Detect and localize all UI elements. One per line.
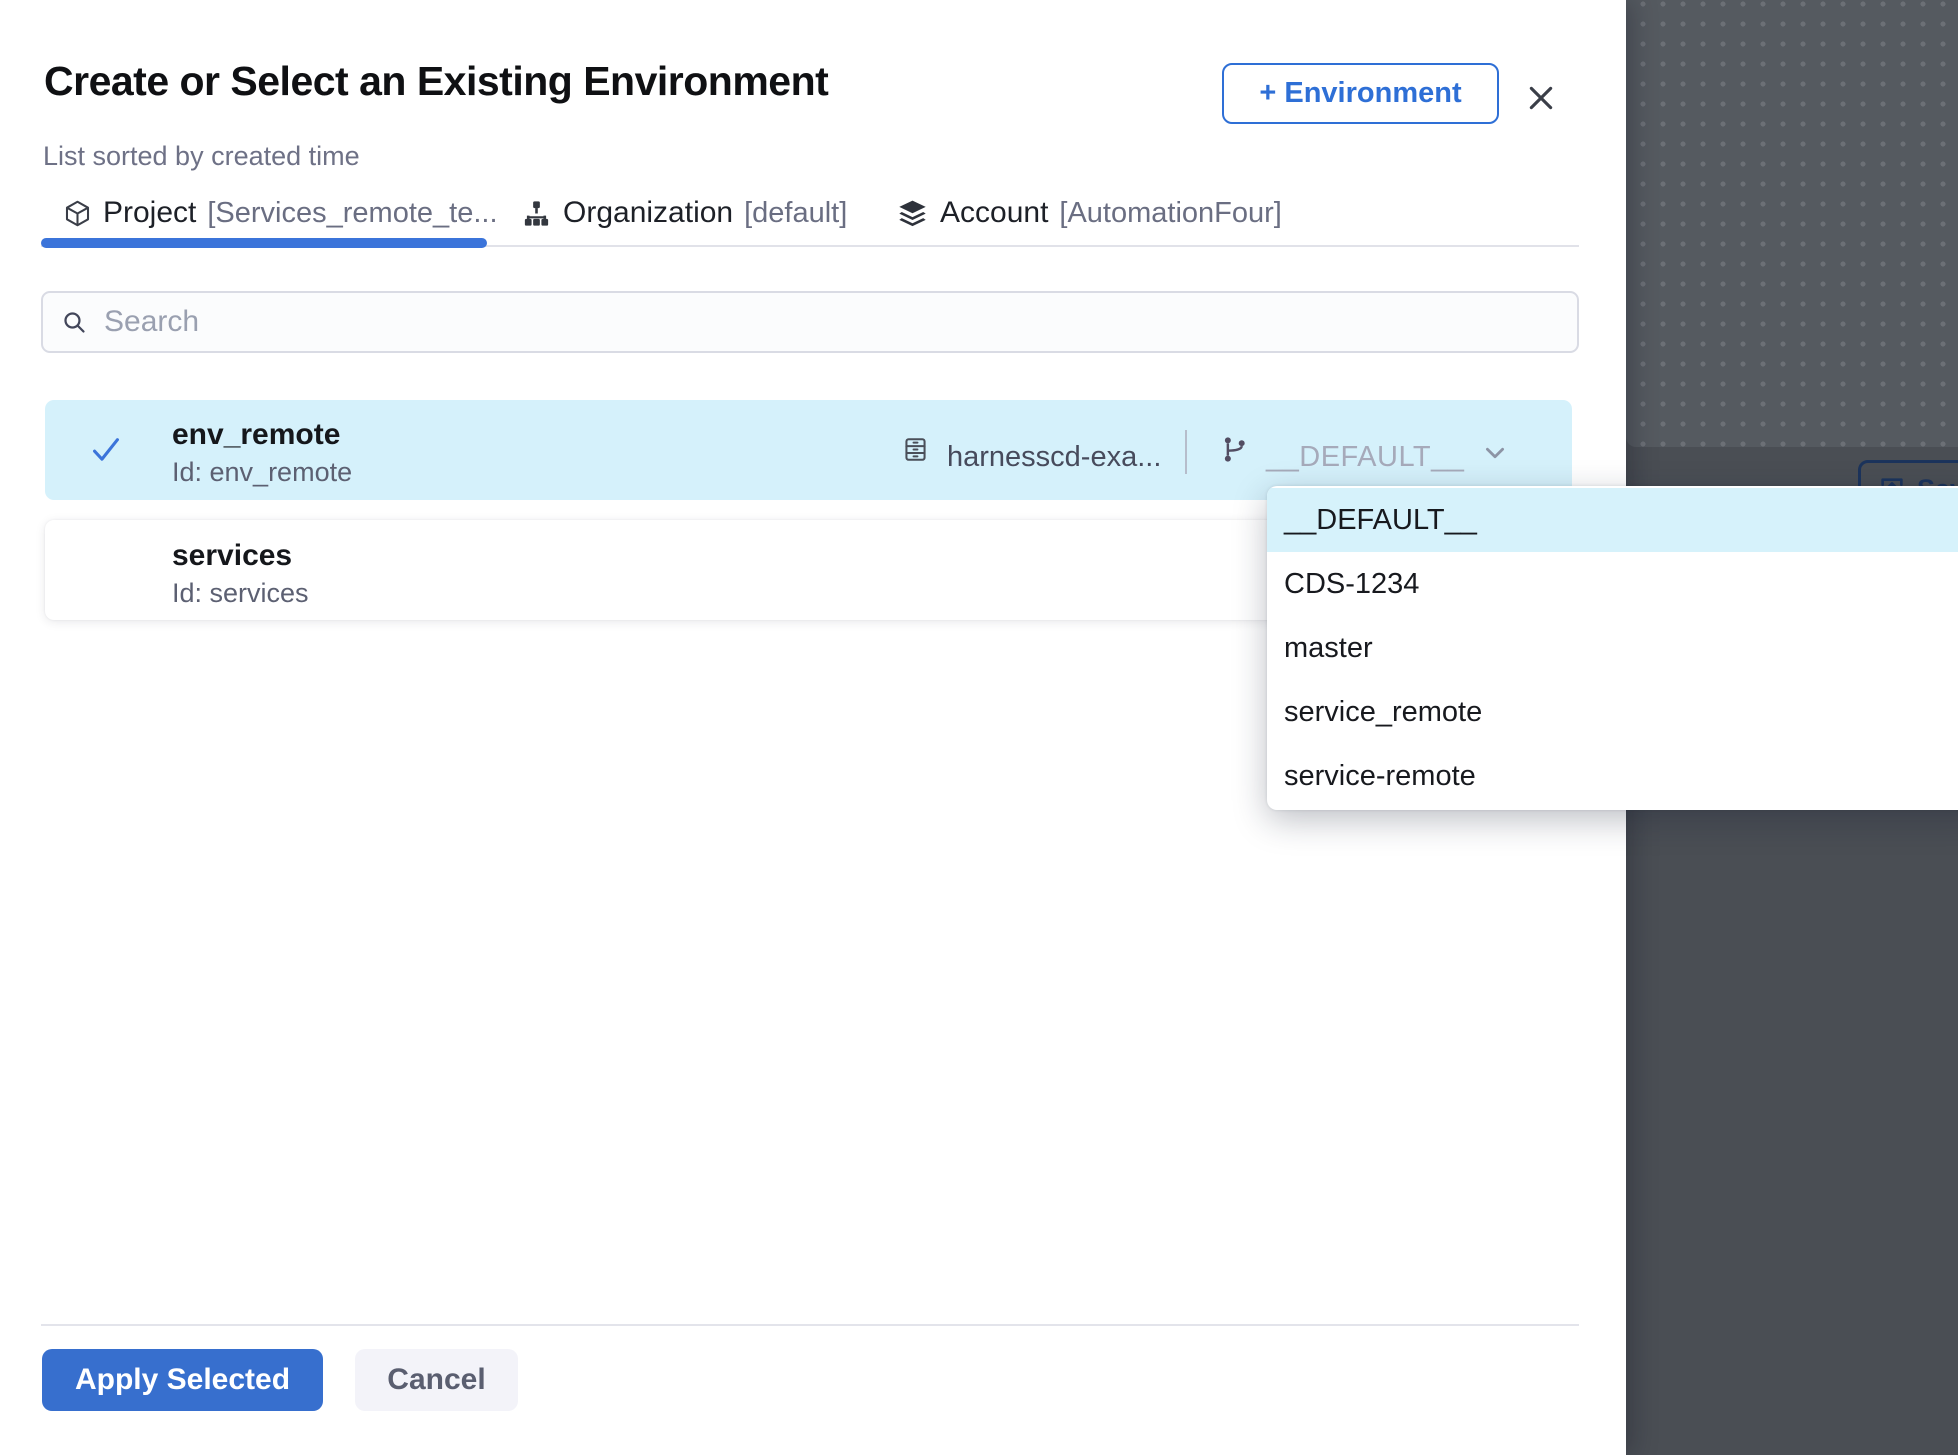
close-icon bbox=[1526, 83, 1556, 113]
sitemap-icon bbox=[521, 198, 552, 229]
tab-account-label: Account bbox=[940, 196, 1048, 230]
canvas-dot-grid bbox=[1626, 0, 1958, 447]
cancel-button[interactable]: Cancel bbox=[355, 1349, 518, 1411]
tab-organization-scope: [default] bbox=[744, 197, 847, 230]
branch-dropdown-menu: __DEFAULT__ CDS-1234 master service_remo… bbox=[1267, 486, 1958, 810]
environment-id: Id: env_remote bbox=[172, 457, 352, 488]
apply-selected-button[interactable]: Apply Selected bbox=[42, 1349, 323, 1411]
repository-name: harnesscd-exa... bbox=[947, 441, 1161, 474]
new-environment-button[interactable]: + Environment bbox=[1222, 63, 1499, 124]
modal-subtitle: List sorted by created time bbox=[43, 141, 360, 172]
close-button[interactable] bbox=[1524, 81, 1558, 115]
tab-project[interactable]: Project [Services_remote_te... bbox=[63, 192, 498, 234]
tab-account[interactable]: Account [AutomationFour] bbox=[896, 192, 1282, 234]
environment-name: services bbox=[172, 539, 292, 573]
cube-icon bbox=[63, 199, 92, 228]
chevron-down-icon[interactable] bbox=[1482, 440, 1508, 466]
branch-select-value[interactable]: __DEFAULT__ bbox=[1266, 441, 1464, 474]
branch-option-service-underscore-remote[interactable]: service_remote bbox=[1267, 680, 1958, 744]
footer-divider bbox=[41, 1324, 1579, 1326]
search-input[interactable] bbox=[102, 304, 1506, 340]
modal-title: Create or Select an Existing Environment bbox=[44, 58, 828, 105]
screen: { "modal": { "title": "Create or Select … bbox=[0, 0, 1958, 1455]
layers-icon bbox=[896, 197, 929, 230]
environment-name: env_remote bbox=[172, 418, 340, 452]
tab-project-label: Project bbox=[103, 196, 196, 230]
tab-project-scope: [Services_remote_te... bbox=[207, 197, 497, 230]
tab-account-scope: [AutomationFour] bbox=[1059, 197, 1281, 230]
branch-option-default[interactable]: __DEFAULT__ bbox=[1267, 488, 1958, 552]
branch-option-service-dash-remote[interactable]: service-remote bbox=[1267, 744, 1958, 808]
environment-id: Id: services bbox=[172, 578, 309, 609]
git-branch-icon bbox=[1219, 434, 1250, 465]
active-tab-underline bbox=[41, 238, 487, 248]
search-icon bbox=[61, 309, 88, 336]
branch-option-master[interactable]: master bbox=[1267, 616, 1958, 680]
repository-icon bbox=[901, 435, 930, 464]
check-icon bbox=[90, 434, 122, 466]
tab-organization[interactable]: Organization [default] bbox=[521, 192, 847, 234]
tab-organization-label: Organization bbox=[563, 196, 733, 230]
search-box bbox=[41, 291, 1579, 353]
branch-option-cds-1234[interactable]: CDS-1234 bbox=[1267, 552, 1958, 616]
row-divider bbox=[1185, 430, 1187, 474]
